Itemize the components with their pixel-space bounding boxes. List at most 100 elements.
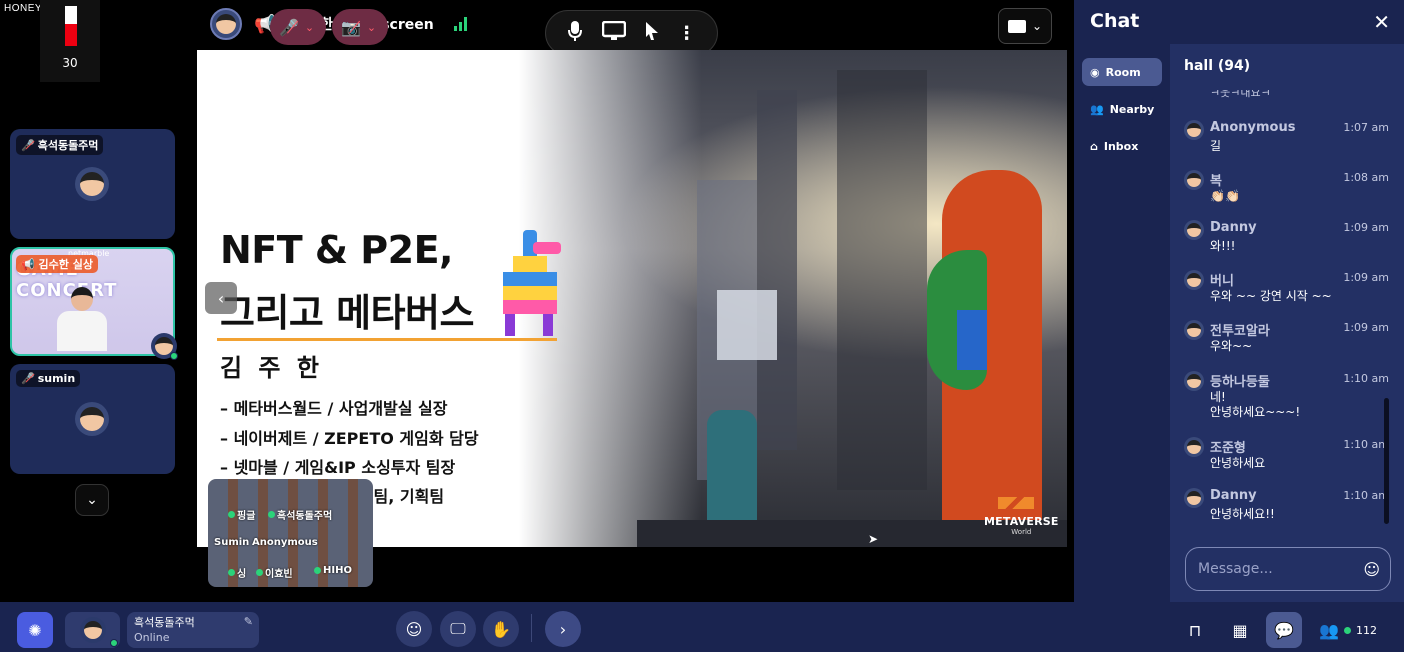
chat-scrollbar[interactable] xyxy=(1384,398,1389,524)
shared-slide: NFT & P2E, 그리고 메타버스 김 주 한 – 메타버스월드 / 사업개… xyxy=(197,50,1067,547)
smile-icon: ☺ xyxy=(405,619,423,639)
partial-message: ㅋ웃ㅋ내요ㅋ xyxy=(1210,90,1271,99)
pencil-icon[interactable]: ✎ xyxy=(244,615,253,628)
minimap-player-label: Sumin xyxy=(214,537,250,548)
mic-toggle-button[interactable]: 🎤̸ ⌄ xyxy=(270,9,326,45)
monitor-icon[interactable] xyxy=(601,20,627,46)
chat-nav-nearby[interactable]: 👥 Nearby xyxy=(1082,95,1162,123)
metaverse-world-logo: METAVERSE World xyxy=(984,497,1059,536)
avatar xyxy=(1184,437,1204,457)
microphone-icon[interactable] xyxy=(567,20,583,47)
chat-nav-inbox[interactable]: ⌂ Inbox xyxy=(1082,132,1162,160)
volume-meter-value: 30 xyxy=(62,56,78,70)
slide-item: – 네이버제트 / ZEPETO 게임화 담당 xyxy=(220,429,479,448)
chat-nav-room[interactable]: ◉ Room xyxy=(1082,58,1162,86)
emoji-icon[interactable]: ☺ xyxy=(1363,560,1380,579)
screen-icon xyxy=(1007,19,1026,33)
pointer-icon[interactable] xyxy=(645,21,659,46)
slide-item: – 메타버스월드 / 사업개발실 실장 xyxy=(220,399,448,418)
participant-name-tag: 🎤̸ sumin xyxy=(16,370,81,387)
minimap-player-label: 핑글 xyxy=(228,507,255,522)
participant-name: sumin xyxy=(37,372,76,385)
slide-item: – 넷마블 / 게임&IP 소싱투자 팀장 xyxy=(220,458,456,477)
chat-nav: ◉ Room 👥 Nearby ⌂ Inbox xyxy=(1074,44,1170,602)
chevron-down-icon: ⌄ xyxy=(86,492,98,508)
participant-name: 김수한 실상 xyxy=(38,258,93,271)
view-mode-button[interactable]: ⌄ xyxy=(998,8,1052,44)
app-root: HONEYCAM.ORG 30 🎤̸ 흑석동돌주먹 netmarble GAME… xyxy=(0,0,1404,652)
chat-panel: Chat ✕ ◉ Room 👥 Nearby ⌂ Inbox hall (94) ㅋ웃… xyxy=(1074,0,1404,602)
chat-button[interactable]: 💬 xyxy=(1266,612,1302,648)
volume-meter: 30 xyxy=(40,0,100,82)
avatar xyxy=(1184,120,1204,140)
participant-tile[interactable]: 🎤̸ 흑석동돌주먹 xyxy=(10,129,175,239)
participant-tile-video[interactable]: netmarble GAME CONCERT 📢 김수한 실상 xyxy=(10,247,175,356)
chevron-right-icon: › xyxy=(559,619,567,639)
online-dot xyxy=(110,639,118,647)
presentation-icon: ⊓ xyxy=(1188,620,1202,640)
participants-button[interactable]: 👥 112 xyxy=(1318,612,1378,648)
user-status: Online xyxy=(134,631,170,644)
chat-message-list[interactable]: ㅋ웃ㅋ내요ㅋ Anonymous 1:07 am 길 복 1:08 am 👏🏻👏🏻 … xyxy=(1170,90,1404,530)
avatar xyxy=(1184,320,1204,340)
minimap-player-label: HIHO xyxy=(314,565,352,576)
online-dot xyxy=(170,352,178,360)
avatar xyxy=(210,8,242,40)
participant-name-tag: 🎤̸ 흑석동돌주먹 xyxy=(16,135,104,155)
screen-share-button[interactable]: 🖵 xyxy=(440,611,476,647)
chevron-left-icon: ‹ xyxy=(217,288,225,308)
avatar xyxy=(1184,270,1204,290)
participant-count: 112 xyxy=(1355,623,1377,637)
chevron-down-icon: ⌄ xyxy=(304,20,315,34)
scroll-down-button[interactable]: ⌄ xyxy=(75,484,109,516)
close-icon[interactable]: ✕ xyxy=(1373,10,1390,34)
chat-room-title: hall (94) xyxy=(1184,58,1251,74)
signal-strength-icon xyxy=(453,17,467,31)
camera-toggle-button[interactable]: 📷̸ ⌄ xyxy=(332,9,388,45)
online-dot xyxy=(1343,626,1351,634)
screen-share-badge: 📢 김수한 실상 xyxy=(16,255,98,273)
slide-prev-button[interactable]: ‹ xyxy=(205,282,237,314)
mic-muted-icon: 🎤̸ xyxy=(279,17,299,37)
slide-underline xyxy=(217,338,557,341)
avatar xyxy=(1184,488,1204,508)
chat-message-input[interactable] xyxy=(1198,561,1358,577)
users-icon: 👥 xyxy=(1090,102,1104,116)
chat-input-box[interactable]: ☺ xyxy=(1185,547,1391,591)
slide-title-line1: NFT & P2E, xyxy=(220,228,453,272)
chat-title: Chat xyxy=(1090,10,1140,32)
gather-menu-button[interactable]: ✺ xyxy=(17,612,53,648)
slide-title-line2: 그리고 메타버스 xyxy=(220,291,474,335)
avatar xyxy=(79,617,106,643)
monitor-icon: 🖵 xyxy=(450,619,466,638)
more-options-icon[interactable]: ⋮ xyxy=(678,23,696,44)
raise-hand-button[interactable]: ✋ xyxy=(483,611,519,647)
megaphone-icon: 📢 xyxy=(21,258,35,271)
avatar xyxy=(75,402,109,436)
calendar-button[interactable]: ▦ xyxy=(1225,612,1255,648)
expand-toolbar-button[interactable]: › xyxy=(545,611,581,647)
chat-header: Chat ✕ xyxy=(1074,0,1404,44)
participant-name: 흑석동돌주먹 xyxy=(37,139,99,152)
grid-logo-icon: ✺ xyxy=(28,620,42,640)
presentation-button[interactable]: ⊓ xyxy=(1180,612,1210,648)
avatar xyxy=(1184,170,1204,190)
inbox-icon: ⌂ xyxy=(1090,139,1098,153)
chevron-down-icon: ⌄ xyxy=(366,20,377,34)
hand-icon: ✋ xyxy=(491,619,511,639)
minimap-player-label: 이효빈 xyxy=(256,565,293,580)
minimap[interactable]: 핑글 흑석동돌주먹 Sumin Anonymous 싱 이효빈 HIHO xyxy=(208,479,373,587)
toolbar-divider xyxy=(531,614,532,642)
slide-presenter-name: 김 주 한 xyxy=(220,354,323,382)
avatar xyxy=(75,167,109,201)
chat-body: hall (94) ㅋ웃ㅋ내요ㅋ Anonymous 1:07 am 길 복 1:0… xyxy=(1170,44,1404,602)
emote-button[interactable]: ☺ xyxy=(396,611,432,647)
minimap-player-label: 싱 xyxy=(228,565,246,580)
profile-card[interactable]: 흑석동돌주먹 Online ✎ xyxy=(127,612,259,648)
user-name: 흑석동돌주먹 xyxy=(134,616,195,629)
participant-tile[interactable]: 🎤̸ sumin xyxy=(10,364,175,474)
chevron-down-icon: ⌄ xyxy=(1031,19,1043,33)
minimap-player-label: 흑석동돌주먹 xyxy=(268,507,332,522)
users-icon: 👥 xyxy=(1319,620,1339,640)
video-person xyxy=(57,287,107,351)
